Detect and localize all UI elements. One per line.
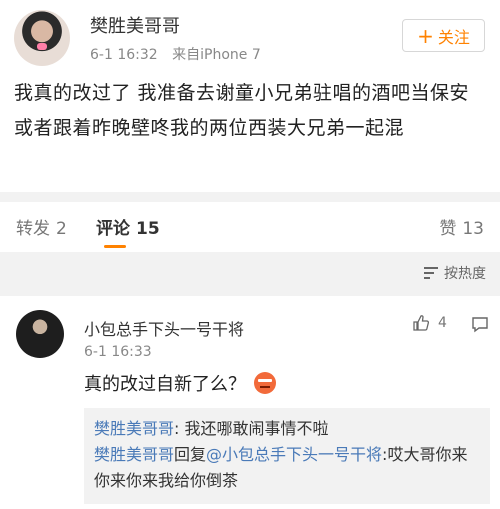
thumb-up-icon: [413, 315, 430, 331]
tab-comment-label: 评论: [96, 219, 130, 239]
divider: [0, 192, 500, 202]
follow-label: 关注: [437, 27, 470, 47]
reply-thread[interactable]: 樊胜美哥哥: 我还哪敢闹事情不啦 樊胜美哥哥回复@小包总手下头一号干将:哎大哥你…: [84, 408, 490, 504]
tab-like-label: 赞: [439, 219, 457, 239]
plus-icon: +: [417, 23, 434, 48]
sort-icon: [424, 267, 438, 279]
tab-repost-label: 转发: [16, 219, 50, 239]
active-tab-indicator: [104, 245, 126, 248]
commenter-avatar[interactable]: [16, 310, 64, 358]
sort-by-hot-button[interactable]: 按热度: [424, 263, 486, 283]
weibo-post: 樊胜美哥哥 6-1 16:32 来自iPhone 7 + 关注 我真的改过了 我…: [0, 0, 500, 192]
avatar-heart-icon: [37, 43, 47, 50]
sort-bar: 按热度: [0, 252, 500, 296]
tab-repost-count: 2: [56, 219, 67, 239]
post-author[interactable]: 樊胜美哥哥: [90, 12, 180, 38]
comment-like-button[interactable]: 4: [412, 314, 447, 332]
reply-mention[interactable]: @小包总手下头一号干将: [206, 445, 382, 464]
reply-text: : 我还哪敢闹事情不啦: [174, 419, 329, 438]
post-tabs: 转发 2 评论 15 赞 13: [0, 202, 500, 252]
reply-item: 樊胜美哥哥回复@小包总手下头一号干将:哎大哥你来你来你来我给你倒茶: [94, 442, 480, 494]
tab-comment[interactable]: 评论 15: [96, 214, 160, 239]
angry-face-emoji-icon: [254, 372, 276, 394]
reply-author[interactable]: 樊胜美哥哥: [94, 419, 174, 438]
tab-repost[interactable]: 转发 2: [16, 214, 67, 239]
comment-author[interactable]: 小包总手下头一号干将: [84, 316, 244, 340]
post-meta: 6-1 16:32 来自iPhone 7: [90, 44, 271, 64]
reply-verb: 回复: [174, 445, 207, 464]
post-source: 来自iPhone 7: [172, 47, 261, 63]
tab-comment-count: 15: [136, 219, 160, 239]
post-content: 我真的改过了 我准备去谢童小兄弟驻唱的酒吧当保安 或者跟着昨晚壁咚我的两位西装大…: [14, 82, 470, 139]
tab-like-count: 13: [462, 219, 484, 239]
comment-item: 小包总手下头一号干将 6-1 16:33 真的改过自新了么？ 4 樊胜美哥哥: …: [0, 296, 500, 509]
follow-button[interactable]: + 关注: [402, 19, 485, 52]
author-avatar[interactable]: [14, 10, 70, 66]
post-time: 6-1 16:32: [90, 47, 158, 63]
reply-bubble-icon: [472, 317, 488, 333]
comment-like-count: 4: [438, 315, 447, 331]
comment-body: 真的改过自新了么？: [84, 374, 246, 395]
reply-author[interactable]: 樊胜美哥哥: [94, 445, 174, 464]
comment-time: 6-1 16:33: [84, 344, 152, 360]
sort-label: 按热度: [444, 266, 486, 282]
comment-text: 真的改过自新了么？: [84, 370, 276, 396]
tab-like[interactable]: 赞 13: [439, 214, 484, 239]
reply-item: 樊胜美哥哥: 我还哪敢闹事情不啦: [94, 416, 480, 442]
reply-button[interactable]: [470, 314, 490, 338]
